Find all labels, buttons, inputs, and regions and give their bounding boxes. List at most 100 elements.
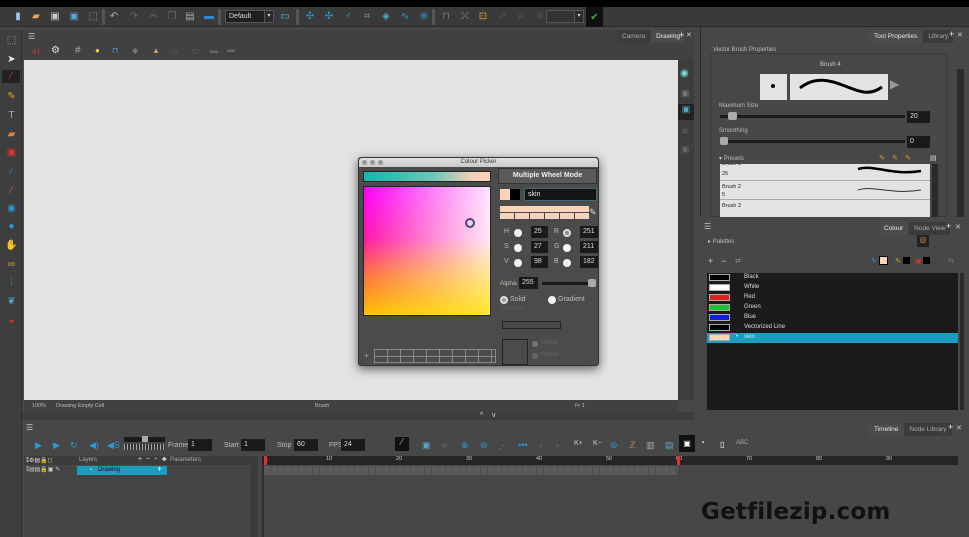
pencil-icon[interactable]: ✎ (5, 90, 18, 103)
g-field[interactable]: 211 (580, 241, 598, 253)
next-keyframe-icon[interactable]: ▸ (556, 440, 561, 451)
shortcut-icon[interactable]: ▬ (203, 10, 215, 22)
alpha-field[interactable]: 255 (519, 277, 538, 289)
colour-cursor[interactable] (465, 218, 475, 228)
playhead[interactable] (264, 456, 267, 465)
fill-colour-icon[interactable]: ✎ (895, 257, 901, 265)
stop-field[interactable]: 60 (294, 439, 318, 451)
rig-icon[interactable]: ∞ (5, 258, 18, 271)
max-size-stepper[interactable]: ⁚ (934, 111, 936, 117)
tab-colour[interactable]: Colour (879, 222, 909, 235)
eye-icon[interactable]: ◉ (680, 68, 689, 79)
layer-view-icon[interactable]: ▣ (681, 88, 690, 99)
reshape-icon[interactable]: ◈ (380, 10, 392, 22)
bucket-icon[interactable]: ◒ (5, 314, 18, 327)
max-size-field[interactable]: 20 (907, 111, 930, 123)
link-colour-icon[interactable]: ⇄ (735, 257, 741, 265)
h-radio[interactable] (514, 229, 522, 237)
current-line-colour[interactable] (879, 256, 888, 265)
transform-icon[interactable]: ✣ (304, 10, 316, 22)
frame-icon[interactable]: ⊡ (477, 10, 489, 22)
line-colour-icon[interactable]: ✎ (871, 257, 877, 265)
ease-icon[interactable]: ▣ (422, 440, 431, 451)
import-icon[interactable]: ⬚ (87, 10, 99, 22)
swap-icon[interactable]: ⇆ (948, 257, 954, 265)
insert-keyframe-icon[interactable]: K+ (574, 440, 583, 447)
alpha-slider[interactable] (542, 282, 594, 285)
line-style-icon[interactable]: ⁄ (395, 437, 409, 451)
tab-camera[interactable]: Camera (617, 30, 651, 43)
s-radio[interactable] (514, 244, 522, 252)
contour-editor-icon[interactable]: ➤ (5, 53, 18, 66)
paste-icon[interactable]: ▤ (184, 10, 196, 22)
tab-timeline[interactable]: Timeline (869, 423, 904, 436)
frame-cells[interactable] (264, 466, 678, 475)
zoom-select[interactable]: ▾ (546, 10, 584, 23)
stack-alt-icon[interactable]: ▣ (681, 144, 690, 155)
flip-icon[interactable]: ⇗ (496, 10, 508, 22)
solid-radio-selected[interactable] (500, 296, 508, 304)
close-icon[interactable]: ✕ (957, 31, 963, 39)
new-preset-icon[interactable]: ✎ (879, 154, 885, 162)
pivot-icon[interactable]: ✣ (323, 10, 335, 22)
shape-alt-icon[interactable]: ⬭ (192, 47, 199, 57)
close-icon[interactable]: ✕ (955, 223, 961, 231)
start-field[interactable]: 1 (241, 439, 265, 451)
film-icon[interactable]: ▥ (646, 440, 655, 451)
preset-menu-icon[interactable]: ▤ (930, 154, 937, 162)
v-field[interactable]: 98 (531, 256, 548, 268)
panel-scrollbar[interactable] (957, 69, 964, 217)
palettes-toggle[interactable]: ▸ Palettes (708, 238, 734, 245)
checkmark-icon[interactable]: ✔ (586, 7, 603, 27)
sound-scrub-icon[interactable]: ◀S (107, 440, 120, 451)
gradient-radio[interactable] (548, 296, 556, 304)
sound-icon[interactable]: ◀) (89, 440, 99, 451)
colour-item[interactable]: Green (707, 303, 958, 313)
remove-keyframe-icon[interactable]: ⊖ (480, 440, 488, 451)
stack-icon[interactable]: ≋ (681, 126, 689, 137)
presets-toggle[interactable]: ▾ Presets (719, 155, 744, 162)
radial-radio[interactable] (532, 353, 538, 359)
light-table-icon[interactable]: ● (95, 46, 100, 55)
b-field[interactable]: 182 (580, 256, 598, 268)
active-layer-icon[interactable]: ▣ (678, 104, 694, 120)
current-paint-colour[interactable] (923, 257, 930, 264)
frame-block-icon[interactable]: ▯ (720, 440, 724, 449)
small-frame-icon[interactable]: ▪ (702, 440, 704, 446)
max-size-slider[interactable] (720, 115, 905, 118)
add-peg-icon[interactable]: ⁺ (154, 456, 158, 464)
motion-keyframe-icon[interactable]: ••• (518, 440, 527, 450)
deform-icon[interactable]: ∿ (399, 10, 411, 22)
remove-layer-icon[interactable]: − (146, 456, 150, 463)
layer-icon[interactable]: ◆ (132, 46, 138, 55)
layer-row-drawing[interactable]: ▪ Drawing + (77, 464, 167, 475)
smoothing-slider[interactable] (720, 140, 905, 143)
save-icon[interactable]: ▣ (49, 10, 61, 22)
preset-item[interactable]: Brush 3 (720, 201, 930, 217)
update-preset-icon[interactable]: ✎ (892, 154, 898, 162)
close-icon[interactable]: ✕ (956, 424, 962, 432)
cut-icon[interactable]: ✂ (147, 10, 159, 22)
extend-exposure-icon[interactable]: ▤ (665, 440, 674, 451)
fps-field[interactable]: 24 (341, 439, 365, 451)
bounding-box-icon[interactable]: ⤫ (459, 10, 471, 22)
colour-name-input[interactable]: skin (524, 188, 597, 201)
maximize-window-button[interactable] (378, 160, 383, 165)
grid-icon[interactable]: ⁞ (5, 276, 18, 289)
redo-icon[interactable]: ↷ (128, 10, 140, 22)
g-radio[interactable] (563, 244, 571, 252)
colour-item[interactable]: Black (707, 273, 958, 283)
add-view-icon[interactable]: + (949, 29, 954, 39)
custom-swatches-grid[interactable] (374, 349, 496, 363)
move-keyframe-icon[interactable]: ⊓ (440, 10, 452, 22)
onion-skin-icon[interactable]: ⊓ (112, 46, 118, 55)
paint-icon[interactable]: ▣ (5, 146, 18, 159)
remove-colour-icon[interactable]: − (721, 256, 726, 266)
r-field[interactable]: 251 (580, 226, 598, 238)
stroke-alt-icon[interactable]: ▬ (227, 45, 235, 54)
paint-colour-icon[interactable]: ▣ (915, 257, 922, 265)
grid-alt-icon[interactable]: # (534, 10, 546, 22)
morph-icon[interactable]: ● (5, 220, 18, 233)
workspace-manager-icon[interactable]: ▭ (279, 10, 291, 22)
tab-node-view[interactable]: Node View (909, 222, 951, 235)
